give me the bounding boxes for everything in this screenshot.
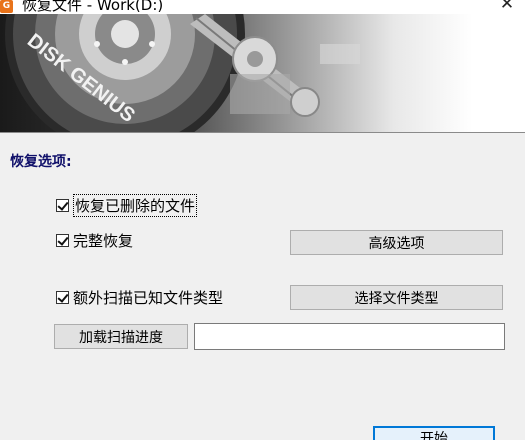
load-scan-progress-button[interactable]: 加载扫描进度	[54, 324, 188, 349]
checkbox-checked-icon[interactable]	[56, 290, 69, 304]
window-title: 恢复文件 - Work(D:)	[22, 0, 164, 14]
extra-scan-label: 额外扫描已知文件类型	[73, 288, 224, 307]
recover-deleted-checkbox[interactable]: 恢复已删除的文件	[56, 193, 198, 217]
diskgenius-app-icon: G	[0, 0, 13, 13]
recover-deleted-label: 恢复已删除的文件	[73, 193, 198, 217]
extra-scan-checkbox[interactable]: 额外扫描已知文件类型	[56, 288, 224, 307]
full-recovery-checkbox[interactable]: 完整恢复	[56, 231, 134, 250]
start-button-label: 开始	[420, 431, 448, 440]
scan-progress-path-field[interactable]	[194, 323, 505, 350]
start-button[interactable]: 开始	[373, 426, 495, 440]
full-recovery-label: 完整恢复	[73, 231, 134, 250]
recover-files-dialog: G 恢复文件 - Work(D:) ✕ DISK GENIUS 恢复选项: 恢复…	[0, 0, 525, 440]
title-bar: G 恢复文件 - Work(D:) ✕	[0, 0, 525, 14]
load-scan-progress-label: 加载扫描进度	[79, 329, 163, 346]
advanced-options-button[interactable]: 高级选项	[290, 230, 503, 255]
close-button[interactable]: ✕	[497, 0, 517, 13]
checkbox-checked-icon[interactable]	[56, 233, 69, 247]
hard-disk-illustration: DISK GENIUS	[5, 14, 360, 132]
select-file-types-button[interactable]: 选择文件类型	[290, 285, 503, 310]
banner-divider	[0, 132, 525, 133]
checkbox-checked-icon[interactable]	[56, 198, 69, 212]
recovery-options-title: 恢复选项:	[10, 154, 72, 170]
advanced-options-label: 高级选项	[368, 235, 425, 252]
header-banner: DISK GENIUS	[0, 14, 525, 132]
select-file-types-label: 选择文件类型	[354, 290, 439, 307]
